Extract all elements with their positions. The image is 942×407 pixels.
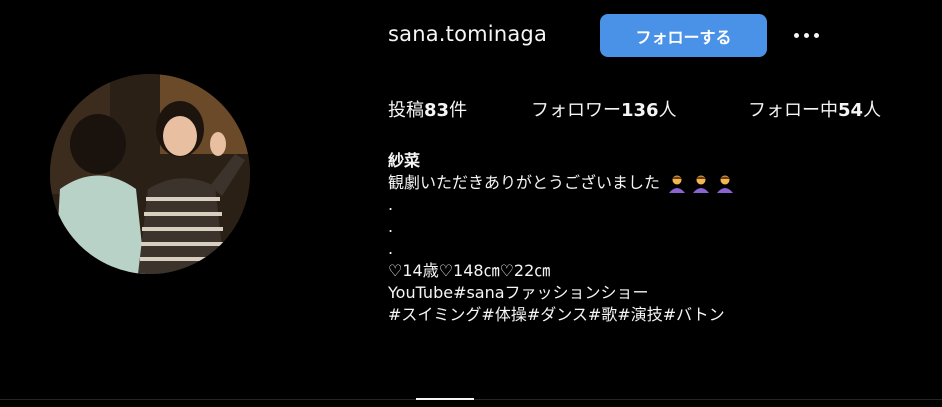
follow-button[interactable]: フォローする bbox=[600, 14, 767, 57]
more-horizontal-icon bbox=[793, 32, 799, 38]
profile-bio: 紗菜 観劇いただきありがとうございました . . . ♡14歳♡148㎝♡22㎝… bbox=[388, 150, 739, 326]
avatar-photo bbox=[50, 74, 250, 274]
bio-dot: . bbox=[388, 217, 394, 236]
bio-name: 紗菜 bbox=[388, 151, 421, 170]
followers-link[interactable]: フォロワー136人 bbox=[531, 96, 677, 122]
profile-avatar[interactable] bbox=[50, 74, 250, 274]
profile-username: sana.tominaga bbox=[388, 22, 548, 46]
bio-dot: . bbox=[388, 239, 394, 258]
bio-youtube-line: YouTube#sanaファッションショー bbox=[388, 283, 649, 302]
person-bowing-icon bbox=[667, 174, 739, 194]
bio-stats-line: ♡14歳♡148㎝♡22㎝ bbox=[388, 261, 551, 280]
following-link[interactable]: フォロー中54人 bbox=[748, 96, 881, 122]
active-tab-indicator[interactable] bbox=[416, 398, 474, 400]
bio-hashtags-line[interactable]: #スイミング#体操#ダンス#歌#演技#バトン bbox=[388, 304, 739, 326]
bio-dot: . bbox=[388, 195, 394, 214]
bio-line: 観劇いただきありがとうございました bbox=[388, 172, 739, 194]
posts-count: 投稿83件 bbox=[388, 100, 468, 121]
more-options-button[interactable] bbox=[788, 22, 824, 48]
